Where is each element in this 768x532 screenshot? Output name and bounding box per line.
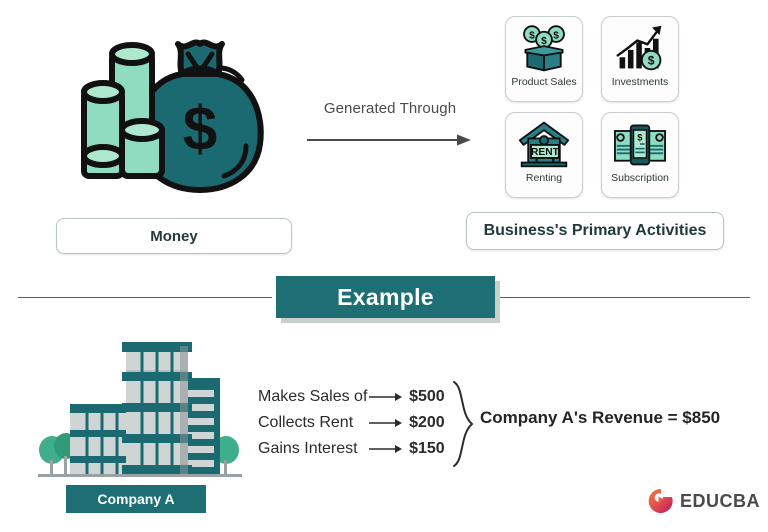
svg-text:$: $ [183, 95, 217, 164]
company-a-label: Company A [66, 485, 206, 513]
right-arrow-icon [307, 134, 471, 146]
company-a-label-text: Company A [97, 491, 175, 507]
divider-left [18, 297, 272, 298]
generated-through-connector: Generated Through [305, 100, 475, 156]
svg-text:$: $ [648, 54, 655, 68]
right-arrow-icon [369, 445, 403, 453]
documents-with-dollar-icon: $ [614, 124, 666, 166]
tile-investments-caption: Investments [611, 76, 669, 88]
educba-swirl-logo-icon [648, 488, 673, 513]
curly-brace-icon [453, 381, 474, 467]
breakdown-item-label: Collects Rent [258, 414, 354, 431]
svg-text:$: $ [541, 36, 547, 47]
business-primary-activities-label: Business's Primary Activities [466, 212, 724, 250]
house-with-rent-sign-icon: RENT [518, 121, 570, 168]
revenue-equation: Company A's Revenue = $850 [480, 408, 721, 427]
svg-text:$: $ [529, 30, 535, 41]
tile-product-sales[interactable]: $ $ $ Product Sales [505, 16, 583, 102]
right-arrow-icon [369, 393, 403, 401]
breakdown-row: Gains Interest $150 [258, 436, 458, 462]
office-building-icon [38, 342, 242, 477]
money-bag-and-coins-icon: $ [81, 39, 264, 193]
tile-product-sales-caption: Product Sales [511, 76, 577, 88]
breakdown-row: Makes Sales of $500 [258, 384, 458, 410]
example-banner-text: Example [337, 283, 434, 310]
breakdown-row: Collects Rent $200 [258, 410, 458, 436]
revenue-breakdown-list: Makes Sales of $500 Collects Rent $200 G… [258, 384, 458, 462]
tile-subscription[interactable]: $ Subscription [601, 112, 679, 198]
generated-through-label: Generated Through [323, 100, 457, 117]
educba-logo: EDUCBA [648, 488, 760, 514]
svg-text:$: $ [637, 132, 643, 142]
svg-text:$: $ [553, 30, 559, 41]
divider-right [500, 297, 750, 298]
breakdown-item-label: Makes Sales of [258, 388, 368, 405]
money-label: Money [56, 218, 292, 254]
infographic-canvas: $ Money Generated Through $ $ $ Product … [0, 0, 768, 532]
breakdown-item-label: Gains Interest [258, 440, 358, 457]
tile-subscription-caption: Subscription [611, 172, 669, 184]
tile-renting-caption: Renting [525, 172, 563, 184]
box-with-dollar-coins-icon: $ $ $ [523, 25, 565, 72]
right-arrow-icon [369, 419, 403, 427]
svg-text:RENT: RENT [531, 147, 560, 158]
example-banner: Example [276, 276, 495, 318]
activities-label-text: Business's Primary Activities [483, 222, 707, 239]
tile-investments[interactable]: $ Investments [601, 16, 679, 102]
growth-bar-chart-arrow-dollar-icon: $ [616, 25, 662, 71]
educba-wordmark: EDUCBA [680, 490, 761, 511]
tile-renting[interactable]: RENT Renting [505, 112, 583, 198]
money-label-text: Money [150, 227, 198, 245]
